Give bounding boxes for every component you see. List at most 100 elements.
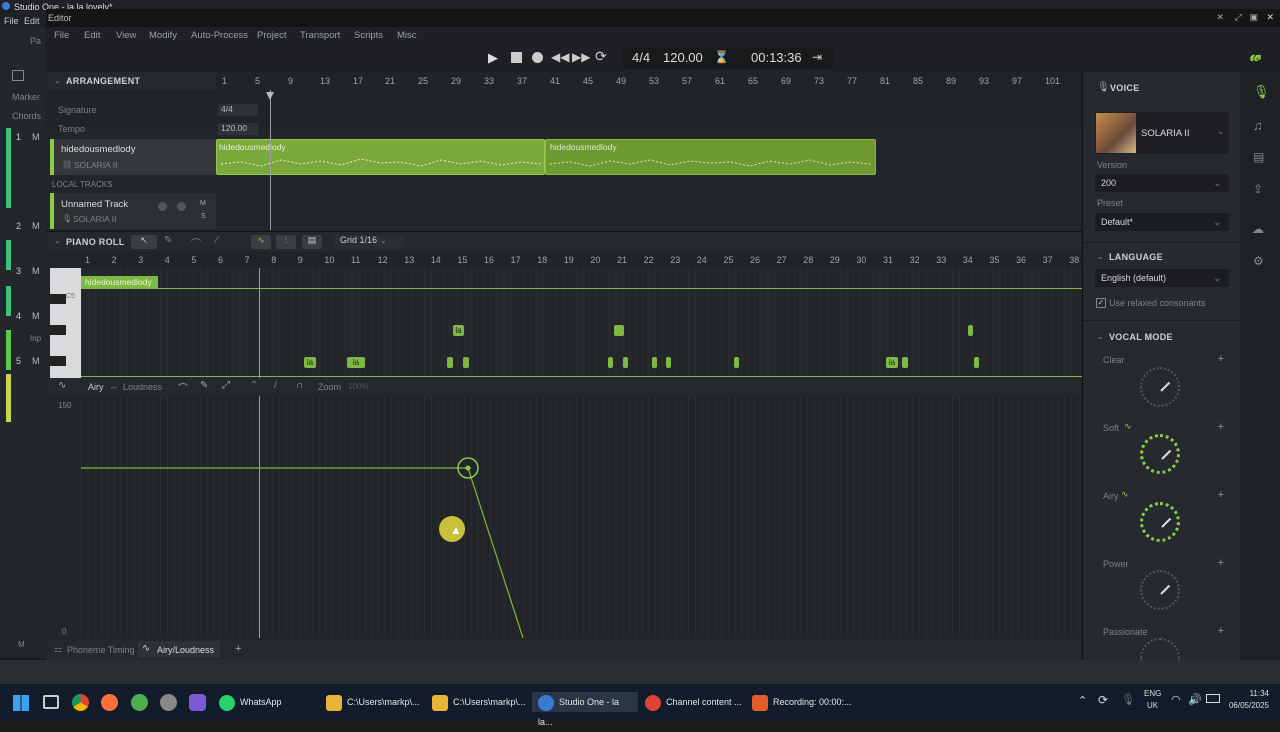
taskbar-recording[interactable]: Recording: 00:00:... xyxy=(752,692,852,712)
collapse-arrow-icon[interactable]: ⌄ xyxy=(54,236,61,245)
curve-shape-icon[interactable]: ⌒ xyxy=(178,380,188,395)
collapse-arrow-icon[interactable]: ⌄ xyxy=(54,76,61,85)
language-select[interactable]: English (default) ⌄ xyxy=(1095,269,1229,287)
app-icon[interactable] xyxy=(131,694,148,711)
tempo-track-value[interactable]: 120.00 xyxy=(218,123,258,135)
outer-menu-file[interactable]: File xyxy=(4,16,19,26)
piano-roll-playhead[interactable] xyxy=(259,268,260,378)
add-mode-button[interactable]: + xyxy=(1218,489,1224,501)
pan-knob[interactable] xyxy=(177,202,186,211)
region-indicator[interactable]: UK xyxy=(1147,701,1158,710)
record-icon[interactable] xyxy=(532,52,543,63)
cloud-icon[interactable]: ☁ xyxy=(1252,222,1264,236)
piano-roll-clip-label[interactable]: hidedousmedlody xyxy=(81,276,158,288)
taskbar-explorer[interactable]: C:\Users\markp\... xyxy=(326,692,420,712)
tab-phoneme-timing[interactable]: Phoneme Timing xyxy=(67,645,135,655)
menu-file[interactable]: File xyxy=(54,30,69,41)
piano-keys[interactable]: C5 xyxy=(50,268,81,378)
black-key[interactable] xyxy=(50,325,66,335)
wifi-icon[interactable]: ◠ xyxy=(1171,693,1181,706)
note[interactable]: la xyxy=(304,357,316,368)
menu-transport[interactable]: Transport xyxy=(300,30,340,41)
zoom-value[interactable]: 100% xyxy=(348,382,368,391)
window-icon[interactable] xyxy=(12,70,24,81)
app-icon[interactable] xyxy=(189,694,206,711)
volume-knob[interactable] xyxy=(158,202,167,211)
taskbar-studio-one[interactable]: Studio One - la la... xyxy=(532,692,638,727)
track-name[interactable]: hidedousmedlody xyxy=(61,144,135,155)
swap-icon[interactable]: ↔ xyxy=(109,381,118,391)
arrangement-clip[interactable]: hidedousmedlody xyxy=(545,139,876,175)
voice-select[interactable]: SOLARIA II ⌄ xyxy=(1095,112,1229,154)
clear-knob[interactable] xyxy=(1140,367,1180,407)
piano-roll-ruler[interactable]: 1 2 3 4 5 6 7 8 9 10 11 12 13 14 15 16 17 18 19 20 21 22 23 24 2… xyxy=(81,252,1082,268)
calendar-icon[interactable]: ▤ xyxy=(302,235,322,249)
taskbar-whatsapp[interactable]: WhatsApp xyxy=(219,692,282,712)
mute-button[interactable]: M xyxy=(32,311,40,321)
select-tool-icon[interactable]: ↖ xyxy=(131,235,157,249)
loop-icon[interactable]: ⟳ xyxy=(595,48,607,65)
param-airy-label[interactable]: Airy xyxy=(88,382,104,392)
expand-icon[interactable]: ⤢ xyxy=(1235,12,1242,23)
power-knob[interactable] xyxy=(1140,570,1180,610)
close-icon[interactable]: ✕ xyxy=(1266,12,1274,23)
taskbar-explorer[interactable]: C:\Users\markp\... xyxy=(432,692,526,712)
ramp-icon[interactable]: ⌃ xyxy=(250,380,258,391)
note[interactable] xyxy=(652,357,657,368)
note[interactable] xyxy=(614,325,624,336)
piano-roll-grid[interactable] xyxy=(81,268,1082,378)
soft-knob[interactable] xyxy=(1140,434,1180,474)
note[interactable] xyxy=(734,357,739,368)
menu-edit[interactable]: Edit xyxy=(84,30,100,41)
add-mode-button[interactable]: + xyxy=(1218,353,1224,365)
export-icon[interactable]: ⇪ xyxy=(1253,182,1263,196)
note[interactable] xyxy=(968,325,973,336)
black-key[interactable] xyxy=(50,294,66,304)
menu-modify[interactable]: Modify xyxy=(149,30,177,41)
local-mute-button[interactable]: M xyxy=(200,200,206,207)
chevron-up-icon[interactable]: ⌃ xyxy=(1078,694,1087,707)
note[interactable] xyxy=(608,357,613,368)
jump-end-icon[interactable]: ⇥ xyxy=(812,50,822,64)
stop-icon[interactable] xyxy=(511,52,522,63)
param-loudness-label[interactable]: Loudness xyxy=(123,382,162,392)
mic-icon[interactable]: 🎙 xyxy=(1253,84,1270,100)
waveform-icon[interactable]: ⫶ xyxy=(276,235,296,249)
play-icon[interactable]: ▶ xyxy=(488,50,498,66)
menu-misc[interactable]: Misc xyxy=(397,30,417,41)
clock-date[interactable]: 06/05/2025 xyxy=(1227,701,1269,710)
document-icon[interactable]: ▤ xyxy=(1253,150,1264,164)
note[interactable] xyxy=(623,357,628,368)
note[interactable] xyxy=(463,357,469,368)
black-key[interactable] xyxy=(50,356,66,366)
slope-icon[interactable]: / xyxy=(274,380,277,391)
menu-auto-process[interactable]: Auto-Process xyxy=(191,30,248,41)
mic-tray-icon[interactable]: 🎙 xyxy=(1121,693,1135,706)
tab-airy-loudness[interactable]: Airy/Loudness xyxy=(157,645,214,655)
add-mode-button[interactable]: + xyxy=(1218,625,1224,637)
note[interactable] xyxy=(902,357,908,368)
add-tab-button[interactable]: + xyxy=(235,643,241,655)
app-icon[interactable] xyxy=(160,694,177,711)
airy-curve[interactable] xyxy=(81,396,1082,638)
arch-icon[interactable]: ∩ xyxy=(296,380,303,391)
version-select[interactable]: 200 ⌄ xyxy=(1095,174,1229,192)
gear-icon[interactable]: ⚙ xyxy=(1253,254,1264,268)
menu-project[interactable]: Project xyxy=(257,30,287,41)
firefox-icon[interactable] xyxy=(101,694,118,711)
language-indicator[interactable]: ENG xyxy=(1144,689,1161,698)
note[interactable] xyxy=(447,357,453,368)
note[interactable] xyxy=(666,357,671,368)
curve-tool-icon[interactable]: ⌒ xyxy=(191,235,201,250)
draw-tool-icon[interactable]: ✎ xyxy=(164,235,172,246)
rewind-icon[interactable]: ◀◀ xyxy=(551,50,569,64)
arrangement-clip[interactable]: hidedousmedlody xyxy=(216,139,545,175)
note[interactable]: la xyxy=(453,325,464,336)
taskbar-chrome[interactable]: Channel content ... xyxy=(645,692,742,712)
mute-button[interactable]: M xyxy=(32,356,40,366)
add-mode-button[interactable]: + xyxy=(1218,421,1224,433)
note[interactable]: la xyxy=(886,357,898,368)
music-note-icon[interactable]: ♫ xyxy=(1253,118,1263,133)
arrangement-playhead[interactable] xyxy=(270,90,271,230)
local-solo-button[interactable]: S xyxy=(201,213,206,220)
